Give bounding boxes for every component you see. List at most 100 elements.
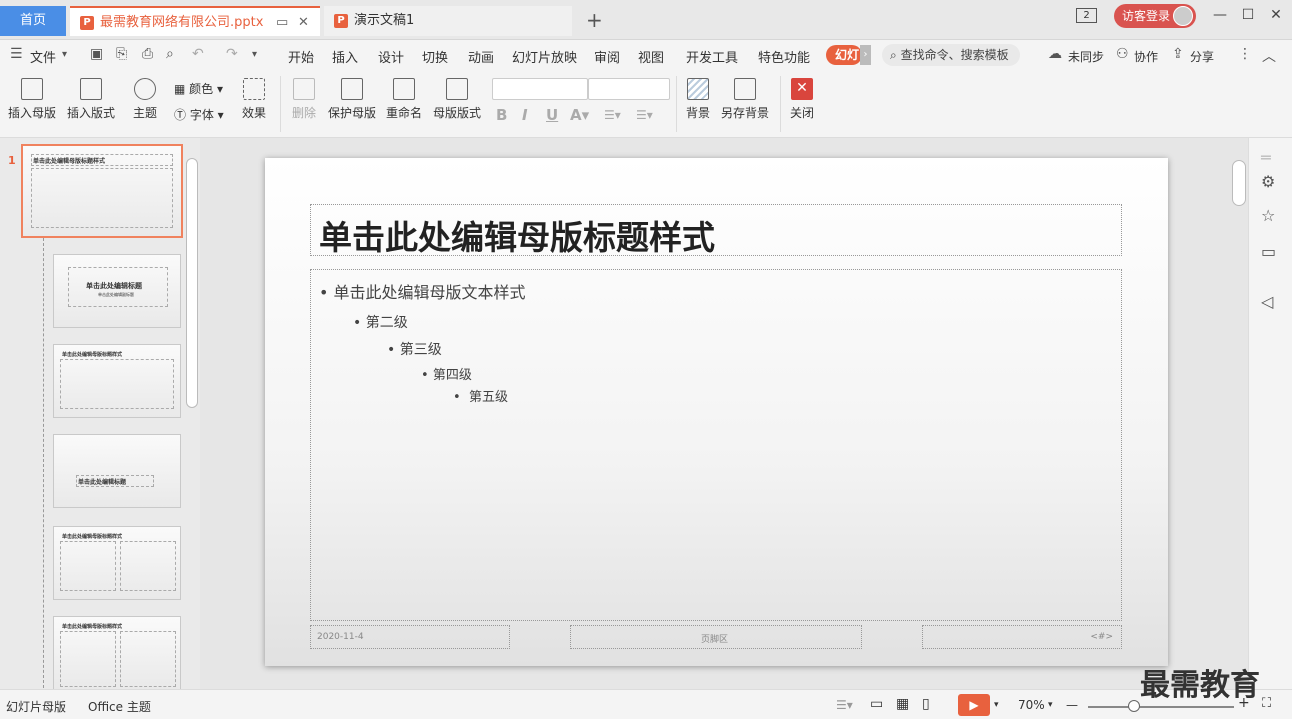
redo-icon[interactable]: ↷ xyxy=(226,46,238,62)
footer-placeholder[interactable]: 页脚区 xyxy=(570,625,862,649)
print-preview-icon[interactable]: ⌕ xyxy=(166,46,174,62)
menu-slideshow[interactable]: 幻灯片放映 xyxy=(512,47,577,66)
body-placeholder[interactable]: • 单击此处编辑母版文本样式 • 第二级 • 第三级 • 第四级 • 第五级 xyxy=(310,269,1122,621)
zoom-slider-track[interactable] xyxy=(1088,706,1234,708)
menu-design[interactable]: 设计 xyxy=(378,47,404,66)
normal-view-icon[interactable]: ▭ xyxy=(870,696,883,712)
delete-button[interactable]: 删除 xyxy=(288,78,320,121)
menu-file[interactable]: 文件 xyxy=(30,47,56,66)
bold-icon[interactable]: B xyxy=(496,106,507,124)
theme-name-label[interactable]: Office 主题 xyxy=(88,698,151,715)
menu-special[interactable]: 特色功能 xyxy=(758,47,810,66)
insert-master-button[interactable]: 插入母版 xyxy=(6,78,58,121)
theme-button[interactable]: 主题 xyxy=(126,78,164,121)
close-master-button[interactable]: ✕ 关闭 xyxy=(786,78,818,121)
sync-status[interactable]: 未同步 xyxy=(1068,48,1104,65)
zoom-level[interactable]: 70% xyxy=(1018,698,1045,712)
master-layout-button[interactable]: 母版版式 xyxy=(430,78,484,121)
ribbon-divider xyxy=(780,76,781,132)
slide-number-placeholder[interactable]: <#> xyxy=(922,625,1122,649)
adjust-settings-icon[interactable]: ⚙ xyxy=(1261,172,1275,191)
thumbnail-layout-comparison[interactable]: 单击此处编辑母版标题样式 xyxy=(53,616,181,690)
menu-transition[interactable]: 切换 xyxy=(422,47,448,66)
thumbnail-master[interactable]: 单击此处编辑母版标题样式 xyxy=(21,144,183,238)
tab-slide-master[interactable]: 幻灯 xyxy=(826,45,862,65)
rename-button[interactable]: 重命名 xyxy=(384,78,424,121)
title-placeholder[interactable]: 单击此处编辑母版标题样式 xyxy=(310,204,1122,257)
canvas-scrollbar[interactable] xyxy=(1232,160,1246,206)
zoom-slider-thumb[interactable] xyxy=(1128,700,1140,712)
save-background-button[interactable]: 另存背景 xyxy=(718,78,772,121)
slide-canvas[interactable]: 单击此处编辑母版标题样式 • 单击此处编辑母版文本样式 • 第二级 • 第三级 … xyxy=(265,158,1168,666)
thumbnail-layout-two-content[interactable]: 单击此处编辑母版标题样式 xyxy=(53,526,181,600)
thumbnail-layout-section[interactable]: 单击此处编辑标题 xyxy=(53,434,181,508)
menu-developer[interactable]: 开发工具 xyxy=(686,47,738,66)
pin-window-icon[interactable]: ▭ xyxy=(276,8,288,38)
guest-login-button[interactable]: 访客登录 xyxy=(1114,4,1196,28)
thumb-title: 单击此处编辑母版标题样式 xyxy=(62,352,123,358)
window-count-badge[interactable]: 2 xyxy=(1076,8,1097,23)
comment-icon[interactable]: ▭ xyxy=(1261,242,1276,261)
thumbnail-layout-content[interactable]: 单击此处编辑母版标题样式 xyxy=(53,344,181,418)
protect-master-button[interactable]: 保护母版 xyxy=(326,78,378,121)
speaker-icon[interactable]: ◁ xyxy=(1261,292,1273,311)
font-color-icon[interactable]: A▾ xyxy=(570,106,589,124)
chevron-right-icon[interactable]: › xyxy=(860,45,871,65)
hamburger-icon[interactable]: ☰ xyxy=(10,46,23,62)
share-icon[interactable]: ⇪ xyxy=(1172,46,1184,62)
cloud-sync-icon[interactable]: ☁ xyxy=(1048,46,1062,62)
numbering-icon[interactable]: ☰▾ xyxy=(636,108,653,122)
master-layout-label: 母版版式 xyxy=(432,106,481,120)
save-icon[interactable]: ▣ xyxy=(90,46,103,62)
save-background-icon xyxy=(734,78,756,100)
tab-home[interactable]: 首页 xyxy=(0,6,66,36)
command-search-input[interactable]: ⌕ 查找命令、搜索模板 xyxy=(882,44,1020,66)
tab-document-2[interactable]: P 演示文稿1 xyxy=(324,6,572,36)
menu-review[interactable]: 审阅 xyxy=(594,47,620,66)
insert-layout-button[interactable]: 插入版式 xyxy=(64,78,118,121)
effect-button[interactable]: 效果 xyxy=(236,78,272,121)
tab-document-active[interactable]: P 最需教育网络有限公司.pptx ▭ ✕ xyxy=(70,6,320,36)
sorter-view-icon[interactable]: ▦ xyxy=(896,696,909,712)
more-options-icon[interactable]: ⋮ xyxy=(1238,46,1252,62)
collapse-ribbon-icon[interactable]: ︿ xyxy=(1262,46,1276,66)
tab-document-title: 最需教育网络有限公司.pptx xyxy=(100,15,264,30)
new-tab-plus-icon[interactable]: + xyxy=(586,8,603,32)
reading-view-icon[interactable]: ▯ xyxy=(922,696,930,712)
export-pdf-icon[interactable]: ⎘ xyxy=(116,46,127,62)
chevron-down-icon[interactable]: ▾ xyxy=(62,49,67,60)
undo-icon[interactable]: ↶ xyxy=(192,46,204,62)
play-slideshow-button[interactable]: ▶ xyxy=(958,694,990,716)
notes-icon[interactable]: ☰▾ xyxy=(836,698,853,712)
chevron-down-icon[interactable]: ▾ xyxy=(1048,700,1053,710)
chevron-down-icon[interactable]: ▾ xyxy=(994,700,999,710)
collaborate-icon[interactable]: ⚇ xyxy=(1116,46,1129,62)
minimize-icon[interactable]: — xyxy=(1210,6,1230,24)
menu-start[interactable]: 开始 xyxy=(288,47,314,66)
font-name-select[interactable] xyxy=(492,78,588,100)
menu-insert[interactable]: 插入 xyxy=(332,47,358,66)
underline-icon[interactable]: U xyxy=(546,106,558,124)
zoom-out-icon[interactable]: — xyxy=(1066,698,1078,712)
menu-animation[interactable]: 动画 xyxy=(468,47,494,66)
bullets-icon[interactable]: ☰▾ xyxy=(604,108,621,122)
italic-icon[interactable]: I xyxy=(522,106,528,124)
fit-window-icon[interactable]: ⛶ xyxy=(1262,696,1271,711)
color-dropdown[interactable]: ▦ 颜色 ▾ xyxy=(174,80,223,97)
customize-toolbar-icon[interactable]: ▾ xyxy=(252,49,257,60)
print-icon[interactable]: ⎙ xyxy=(142,46,153,62)
date-placeholder[interactable]: 2020-11-4 xyxy=(310,625,510,649)
collaborate-button[interactable]: 协作 xyxy=(1134,48,1158,65)
font-dropdown[interactable]: Ⓣ 字体 ▾ xyxy=(174,106,224,123)
thumbnail-scrollbar[interactable] xyxy=(186,158,198,408)
rename-label: 重命名 xyxy=(385,106,422,120)
menu-view[interactable]: 视图 xyxy=(638,47,664,66)
close-tab-icon[interactable]: ✕ xyxy=(298,8,309,38)
background-button[interactable]: 背景 xyxy=(682,78,714,121)
maximize-icon[interactable]: ☐ xyxy=(1238,6,1258,24)
close-window-icon[interactable]: ✕ xyxy=(1266,6,1286,24)
thumbnail-layout-title[interactable]: 单击此处编辑标题 单击此处编辑副标题 xyxy=(53,254,181,328)
font-size-select[interactable] xyxy=(588,78,670,100)
share-button[interactable]: 分享 xyxy=(1190,48,1214,65)
star-icon[interactable]: ☆ xyxy=(1261,206,1275,225)
